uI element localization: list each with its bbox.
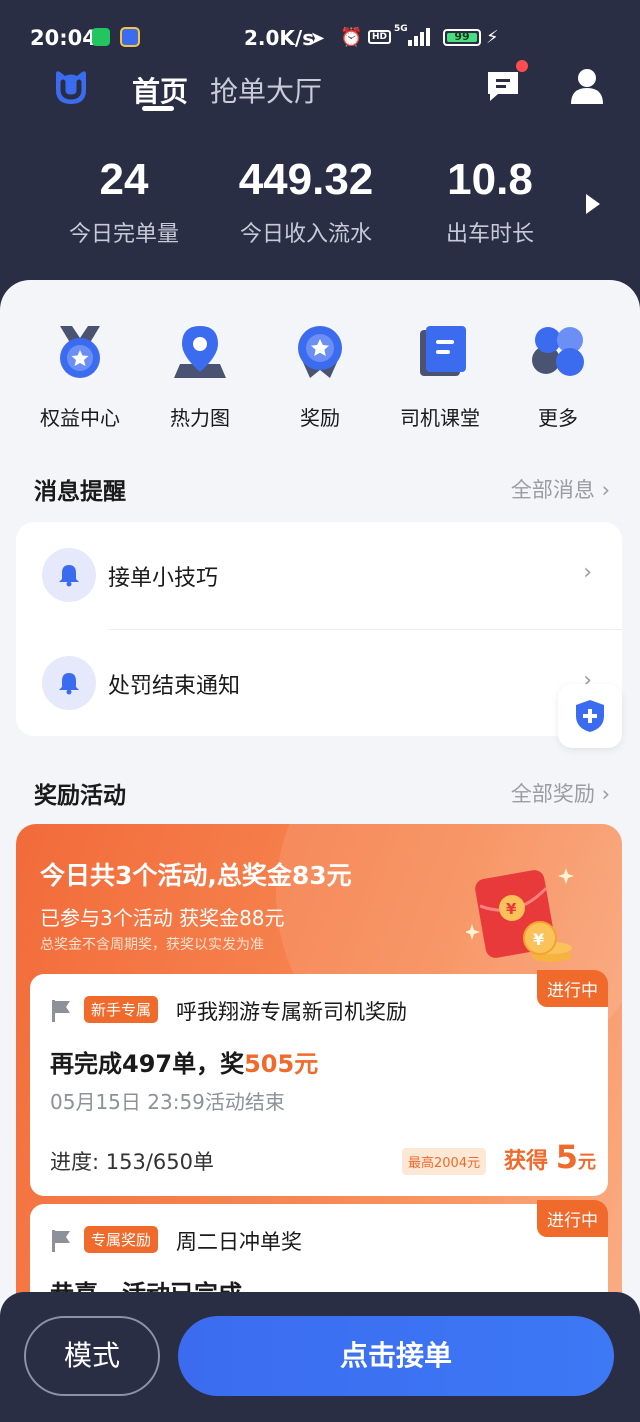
medal-icon xyxy=(60,326,100,378)
chevron-right-icon: › xyxy=(594,782,610,806)
flag-icon xyxy=(52,1230,70,1252)
svg-text:¥: ¥ xyxy=(533,930,544,949)
bell-icon xyxy=(42,656,96,710)
stat-value: 10.8 xyxy=(447,155,533,204)
message-list: 接单小技巧 › 处罚结束通知 › xyxy=(16,522,622,736)
activity-tag: 新手专属 xyxy=(84,996,159,1023)
stat-completed-orders[interactable]: 24 今日完单量 xyxy=(24,150,224,248)
battery-icon: 99 xyxy=(443,29,481,46)
all-rewards-label: 全部奖励 xyxy=(510,782,595,806)
quick-action-label: 热力图 xyxy=(170,406,230,430)
quick-action-benefits[interactable]: 权益中心 xyxy=(20,320,140,431)
flag-icon xyxy=(52,1000,70,1022)
max-reward-badge: 最高2004元 xyxy=(402,1148,487,1175)
network-speed: 2.0K/s xyxy=(244,26,315,50)
accept-orders-button[interactable]: 点击接单 xyxy=(178,1316,614,1396)
messages-section-title: 消息提醒 xyxy=(34,479,126,505)
activity-end-time: 05月15日 23:59活动结束 xyxy=(50,1090,285,1114)
quick-action-heatmap[interactable]: 热力图 xyxy=(140,320,260,431)
user-profile-icon[interactable] xyxy=(568,66,606,106)
app-logo xyxy=(56,71,86,104)
book-icon xyxy=(420,326,466,376)
stat-drive-time[interactable]: 10.8 出车时长 xyxy=(390,150,590,248)
bottom-action-bar: 模式 点击接单 xyxy=(0,1292,640,1422)
quick-action-label: 权益中心 xyxy=(40,406,120,430)
shield-icon xyxy=(576,700,604,732)
tab-home[interactable]: 首页 xyxy=(132,70,188,110)
activity-status-badge: 进行中 xyxy=(537,970,608,1007)
stat-value: 449.32 xyxy=(238,155,374,204)
tab-order-hall[interactable]: 抢单大厅 xyxy=(210,70,322,110)
charging-icon: ⚡ xyxy=(486,27,499,48)
reward-badge-icon xyxy=(298,326,342,378)
status-bar: 20:04 2.0K/s ➤ ⏰ HD 5G 99 ⚡ xyxy=(0,0,640,60)
activity-goal-text: 再完成497单，奖 xyxy=(50,1050,245,1078)
status-time: 20:04 xyxy=(30,26,97,50)
more-grid-icon xyxy=(532,327,584,376)
reward-summary-note: 总奖金不含周期奖，获奖以实发为准 xyxy=(40,937,264,953)
active-tab-indicator xyxy=(142,106,174,111)
quick-action-label: 奖励 xyxy=(300,406,340,430)
message-title: 接单小技巧 xyxy=(108,566,219,591)
alarm-icon: ⏰ xyxy=(340,27,363,48)
message-title: 处罚结束通知 xyxy=(108,674,241,699)
quick-action-driver-class[interactable]: 司机课堂 xyxy=(380,320,500,431)
location-icon: ➤ xyxy=(310,28,326,49)
svg-text:¥: ¥ xyxy=(506,900,517,918)
quick-action-label: 司机课堂 xyxy=(400,406,480,430)
app-notification-icon xyxy=(120,27,140,47)
chevron-right-icon: › xyxy=(594,478,610,502)
unread-dot xyxy=(516,60,528,72)
activity-status-badge: 进行中 xyxy=(537,1200,608,1237)
main-panel: 权益中心 热力图 奖励 司机课堂 更多 消息提醒 全部消息 › 接单小技巧 › … xyxy=(0,280,640,1422)
earned-amount: 获得 5元 xyxy=(504,1138,596,1176)
stat-value: 24 xyxy=(99,155,149,204)
wechat-icon xyxy=(92,28,110,46)
earned-value: 5 xyxy=(555,1138,578,1176)
message-icon[interactable] xyxy=(484,68,522,104)
quick-action-more[interactable]: 更多 xyxy=(498,320,618,431)
all-messages-link[interactable]: 全部消息 › xyxy=(511,474,610,504)
rewards-section-title: 奖励活动 xyxy=(34,783,126,809)
message-item[interactable]: 接单小技巧 › xyxy=(16,522,622,628)
activity-goal: 再完成497单，奖505元 xyxy=(50,1044,318,1079)
message-item[interactable]: 处罚结束通知 › xyxy=(16,630,622,736)
stat-income[interactable]: 449.32 今日收入流水 xyxy=(206,150,406,248)
stat-label: 出车时长 xyxy=(445,222,534,247)
activity-title: 周二日冲单奖 xyxy=(176,1230,302,1254)
earned-label: 获得 xyxy=(504,1149,549,1174)
earned-unit: 元 xyxy=(577,1152,596,1173)
stat-label: 今日收入流水 xyxy=(239,222,372,247)
hd-badge: HD xyxy=(368,30,392,44)
map-pin-icon xyxy=(174,326,226,378)
reward-summary-title: 今日共3个活动,总奖金83元 xyxy=(40,861,352,890)
safety-shield-button[interactable] xyxy=(558,684,622,748)
quick-action-reward[interactable]: 奖励 xyxy=(260,320,380,431)
mode-button[interactable]: 模式 xyxy=(24,1316,160,1396)
activity-progress: 进度: 153/650单 xyxy=(50,1150,214,1174)
bell-icon xyxy=(42,548,96,602)
reward-summary-subtitle: 已参与3个活动 获奖金88元 xyxy=(40,906,285,930)
chevron-right-icon: › xyxy=(583,560,592,585)
play-arrow-icon[interactable] xyxy=(586,194,600,214)
signal-icon xyxy=(394,26,434,46)
activity-card[interactable]: 进行中 新手专属 呼我翔游专属新司机奖励 再完成497单，奖505元 05月15… xyxy=(30,970,608,1196)
red-envelope-icon: ¥ ¥ xyxy=(466,868,574,962)
all-messages-label: 全部消息 xyxy=(510,478,595,502)
stat-label: 今日完单量 xyxy=(68,222,179,247)
activity-title: 呼我翔游专属新司机奖励 xyxy=(176,1000,407,1024)
battery-percent: 99 xyxy=(454,30,470,43)
all-rewards-link[interactable]: 全部奖励 › xyxy=(511,778,610,808)
activity-tag: 专属奖励 xyxy=(84,1226,159,1253)
activity-goal-amount: 505元 xyxy=(244,1050,319,1078)
quick-action-label: 更多 xyxy=(538,406,578,430)
